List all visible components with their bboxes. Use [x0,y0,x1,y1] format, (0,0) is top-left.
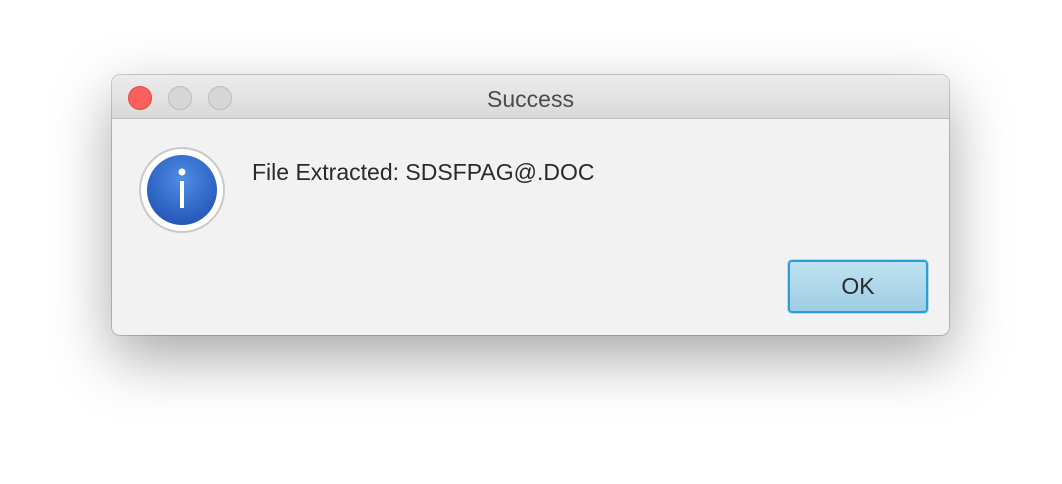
info-icon [139,147,225,233]
title-bar[interactable]: Success [112,75,949,119]
success-dialog: Success File Extracted: SDSFPAG@.DOC OK [112,75,949,335]
ok-button[interactable]: OK [788,260,928,313]
dialog-title: Success [487,86,574,112]
dialog-message: File Extracted: SDSFPAG@.DOC [252,159,595,185]
